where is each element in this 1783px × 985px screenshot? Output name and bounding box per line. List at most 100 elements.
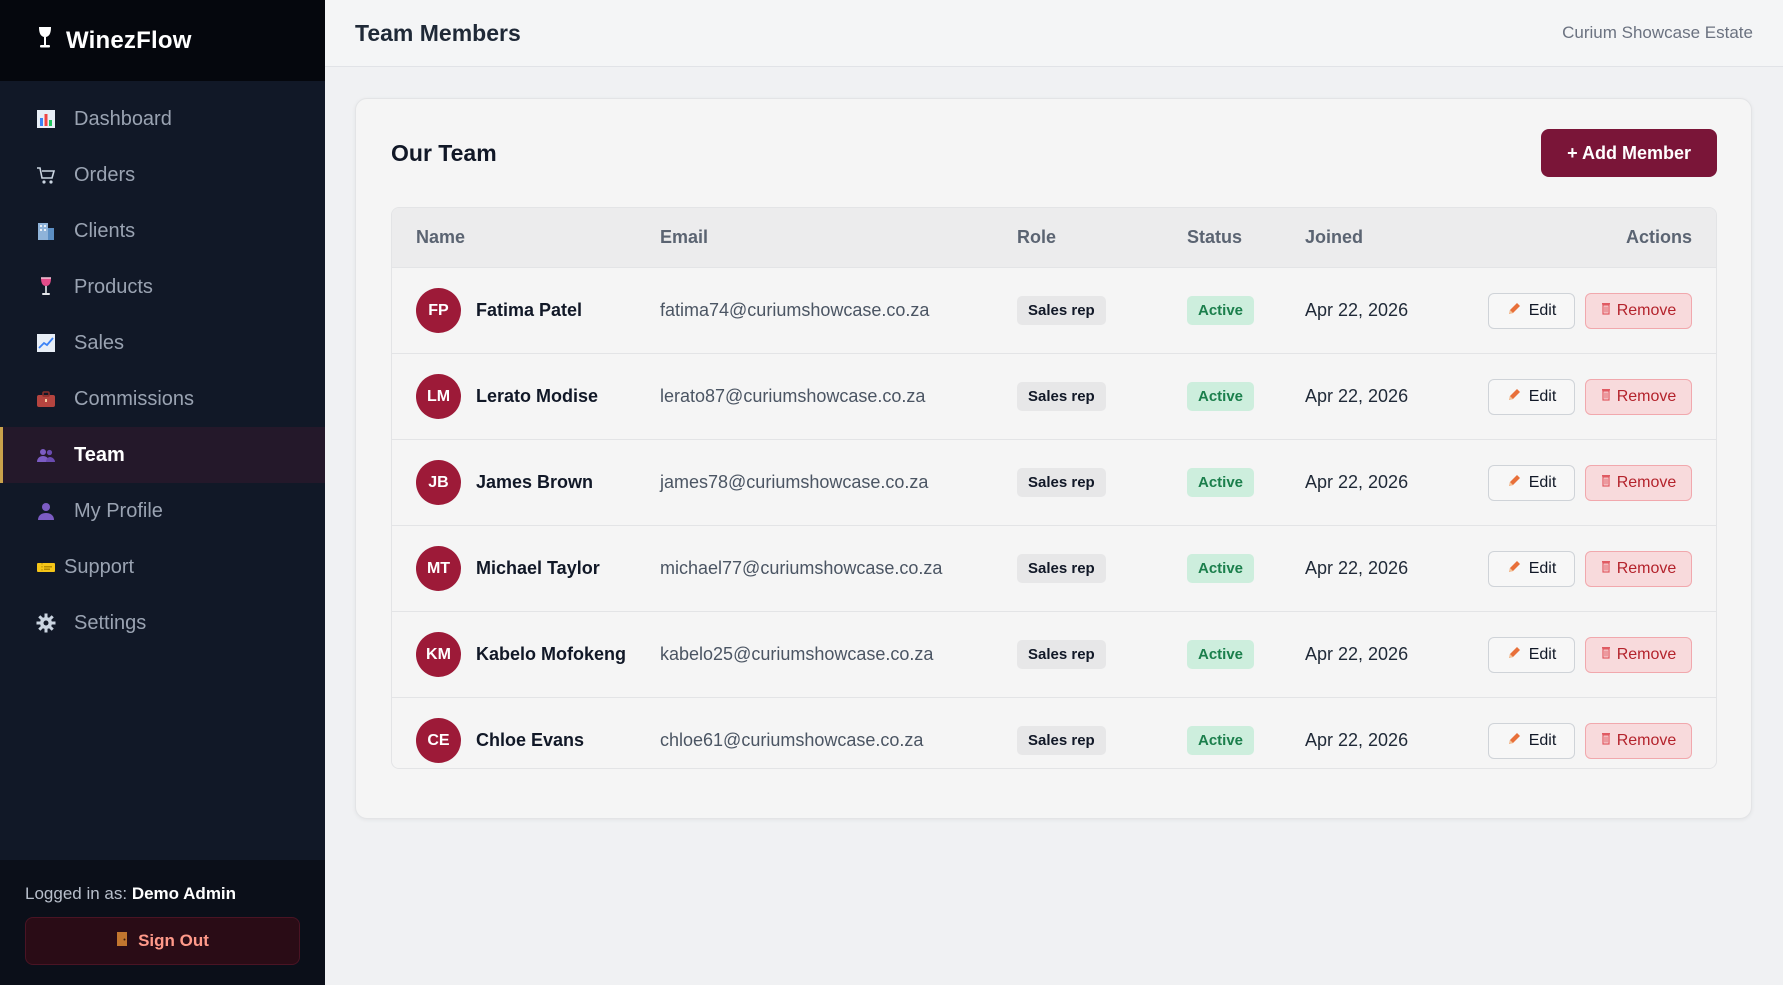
trash-icon	[1601, 646, 1611, 664]
header-status: Status	[1187, 227, 1243, 247]
edit-label: Edit	[1528, 731, 1557, 749]
trash-icon	[1601, 388, 1611, 406]
role-badge: Sales rep	[1017, 726, 1106, 755]
member-cell: MT Michael Taylor	[392, 546, 660, 591]
header-joined: Joined	[1305, 227, 1364, 247]
remove-label: Remove	[1616, 473, 1677, 491]
remove-button[interactable]: Remove	[1585, 464, 1692, 501]
sidebar-item-my-profile[interactable]: My Profile	[0, 483, 325, 539]
table-row: JB James Brown james78@curiumshowcase.co…	[392, 440, 1716, 526]
member-cell: CE Chloe Evans	[392, 718, 660, 763]
sidebar-item-label: Commissions	[74, 387, 195, 410]
remove-button[interactable]: Remove	[1585, 722, 1692, 759]
sidebar-item-label: Clients	[74, 219, 136, 242]
briefcase-icon	[36, 389, 56, 409]
remove-button[interactable]: Remove	[1585, 636, 1692, 673]
add-member-button[interactable]: + Add Member	[1541, 129, 1717, 177]
wine-glass-icon	[36, 26, 54, 55]
header-email: Email	[660, 227, 709, 247]
sidebar-item-label: Team	[74, 443, 125, 466]
gear-icon	[36, 613, 56, 633]
sidebar-item-orders[interactable]: Orders	[0, 147, 325, 203]
remove-label: Remove	[1616, 387, 1677, 405]
edit-label: Edit	[1528, 301, 1557, 319]
role-badge: Sales rep	[1017, 296, 1106, 325]
member-email: kabelo25@curiumshowcase.co.za	[660, 644, 934, 664]
edit-button[interactable]: Edit	[1488, 378, 1575, 415]
status-badge: Active	[1187, 554, 1255, 583]
table-row: KM Kabelo Mofokeng kabelo25@curiumshowca…	[392, 612, 1716, 698]
table-row: MT Michael Taylor michael77@curiumshowca…	[392, 526, 1716, 612]
app-window: WinezFlow Dashboard Orders Clients Produ…	[0, 0, 1783, 985]
row-actions: Edit Remove	[1463, 722, 1716, 759]
edit-button[interactable]: Edit	[1488, 636, 1575, 673]
table-row: LM Lerato Modise lerato87@curiumshowcase…	[392, 354, 1716, 440]
member-name: Lerato Modise	[476, 386, 599, 406]
pencil-icon	[1507, 387, 1522, 407]
member-name: Fatima Patel	[476, 300, 583, 320]
remove-label: Remove	[1616, 559, 1677, 577]
joined-date: Apr 22, 2026	[1305, 300, 1409, 320]
building-icon	[36, 221, 56, 241]
sidebar-item-support[interactable]: Support	[0, 539, 325, 595]
role-badge: Sales rep	[1017, 554, 1106, 583]
sidebar-item-products[interactable]: Products	[0, 259, 325, 315]
pencil-icon	[1507, 473, 1522, 493]
member-cell: JB James Brown	[392, 460, 660, 505]
table-header: Name Email Role Status Joined Actions	[392, 208, 1716, 268]
people-icon	[36, 445, 56, 465]
joined-date: Apr 22, 2026	[1305, 730, 1409, 750]
sidebar-item-settings[interactable]: Settings	[0, 595, 325, 651]
remove-button[interactable]: Remove	[1585, 292, 1692, 329]
person-icon	[36, 501, 56, 521]
header-actions: Actions	[1625, 227, 1692, 247]
sidebar-item-team[interactable]: Team	[0, 427, 325, 483]
sidebar: WinezFlow Dashboard Orders Clients Produ…	[0, 0, 325, 985]
remove-label: Remove	[1616, 301, 1677, 319]
main-content: Team Members Curium Showcase Estate Our …	[325, 0, 1783, 985]
wine-glass-icon	[36, 277, 56, 297]
member-email: chloe61@curiumshowcase.co.za	[660, 730, 924, 750]
member-name: Michael Taylor	[476, 558, 600, 578]
trash-icon	[1601, 302, 1611, 320]
member-email: james78@curiumshowcase.co.za	[660, 472, 929, 492]
edit-button[interactable]: Edit	[1488, 464, 1575, 501]
sidebar-nav: Dashboard Orders Clients Products Sales …	[0, 81, 325, 860]
joined-date: Apr 22, 2026	[1305, 386, 1409, 406]
sidebar-item-dashboard[interactable]: Dashboard	[0, 91, 325, 147]
pencil-icon	[1507, 731, 1522, 751]
card-title: Our Team	[391, 139, 497, 166]
sidebar-item-sales[interactable]: Sales	[0, 315, 325, 371]
pencil-icon	[1507, 559, 1522, 579]
edit-button[interactable]: Edit	[1488, 722, 1575, 759]
sidebar-item-clients[interactable]: Clients	[0, 203, 325, 259]
row-actions: Edit Remove	[1463, 550, 1716, 587]
pencil-icon	[1507, 645, 1522, 665]
remove-button[interactable]: Remove	[1585, 550, 1692, 587]
sidebar-item-commissions[interactable]: Commissions	[0, 371, 325, 427]
edit-button[interactable]: Edit	[1488, 550, 1575, 587]
sidebar-item-label: Products	[74, 275, 153, 298]
remove-button[interactable]: Remove	[1585, 378, 1692, 415]
status-badge: Active	[1187, 726, 1255, 755]
member-cell: FP Fatima Patel	[392, 288, 660, 333]
logged-in-status: Logged in as: Demo Admin	[25, 884, 300, 904]
edit-label: Edit	[1528, 645, 1557, 663]
member-email: fatima74@curiumshowcase.co.za	[660, 300, 930, 320]
brand[interactable]: WinezFlow	[0, 0, 325, 81]
member-cell: LM Lerato Modise	[392, 374, 660, 419]
pencil-icon	[1507, 301, 1522, 321]
logged-in-label: Logged in as:	[25, 884, 128, 903]
sign-out-label: Sign Out	[138, 931, 209, 950]
joined-date: Apr 22, 2026	[1305, 558, 1409, 578]
sidebar-item-label: Dashboard	[74, 107, 172, 130]
table-body: FP Fatima Patel fatima74@curiumshowcase.…	[392, 268, 1716, 768]
edit-label: Edit	[1528, 387, 1557, 405]
edit-button[interactable]: Edit	[1488, 292, 1575, 329]
remove-label: Remove	[1616, 645, 1677, 663]
sidebar-item-label: Orders	[74, 163, 136, 186]
sign-out-button[interactable]: Sign Out	[25, 917, 300, 965]
avatar: LM	[416, 374, 461, 419]
edit-label: Edit	[1528, 473, 1557, 491]
sidebar-item-label: Support	[64, 555, 135, 578]
